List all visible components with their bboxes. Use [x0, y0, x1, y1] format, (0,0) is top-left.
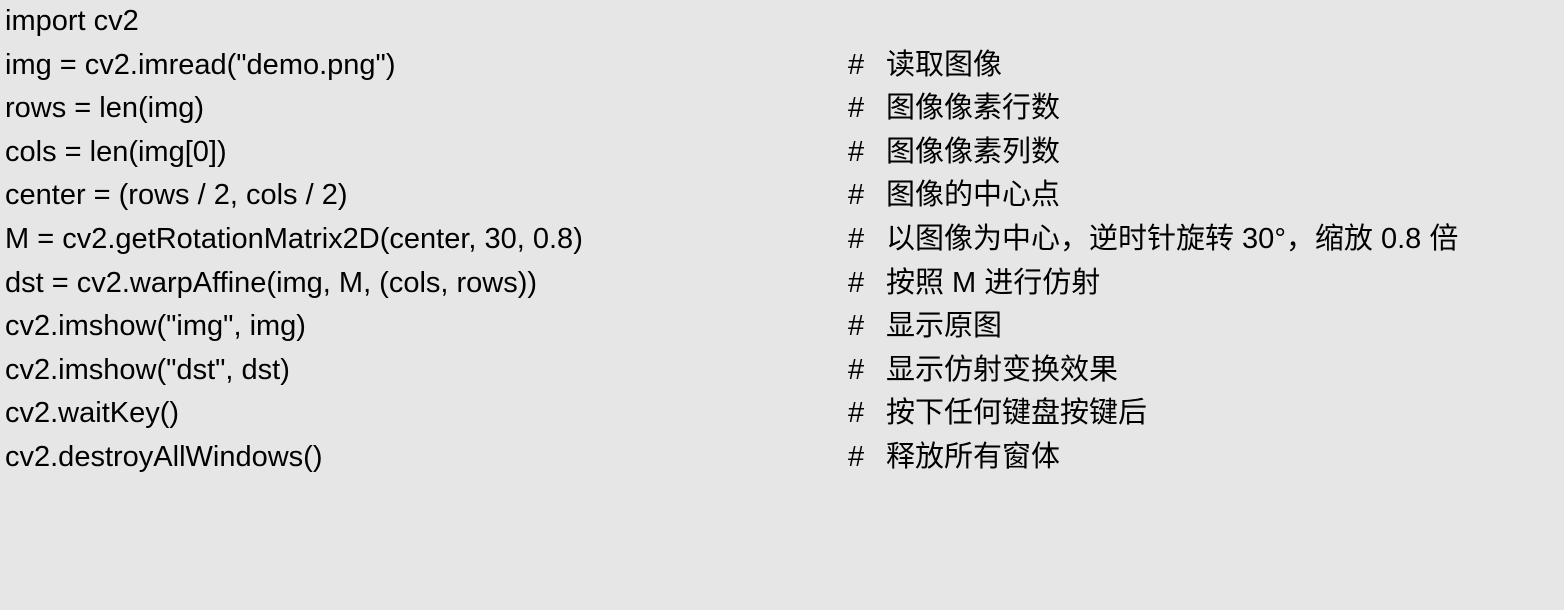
code-comment: # 图像像素列数: [848, 131, 1060, 175]
comment-text: 显示仿射变换效果: [886, 353, 1119, 386]
code-comment: # 以图像为中心，逆时针旋转 30°，缩放 0.8 倍: [848, 218, 1458, 262]
code-line: dst = cv2.warpAffine(img, M, (cols, rows…: [0, 262, 1564, 306]
comment-marker: #: [848, 440, 865, 473]
code-line: center = (rows / 2, cols / 2) # 图像的中心点: [0, 174, 1564, 218]
code-line: cv2.waitKey() # 按下任何键盘按键后: [0, 392, 1564, 436]
code-comment: # 按照 M 进行仿射: [848, 262, 1100, 306]
comment-marker: #: [848, 353, 865, 386]
code-text: cv2.destroyAllWindows(): [5, 440, 323, 473]
comment-marker: #: [848, 310, 865, 343]
code-comment: # 释放所有窗体: [848, 436, 1060, 480]
code-text: import cv2: [5, 5, 139, 37]
code-text: cv2.imshow("img", img): [5, 310, 306, 343]
comment-marker: #: [848, 92, 865, 125]
code-line: import cv2: [0, 0, 1564, 44]
code-block: import cv2 img = cv2.imread("demo.png") …: [0, 0, 1564, 476]
code-comment: # 显示仿射变换效果: [848, 349, 1118, 393]
comment-marker: #: [848, 135, 865, 168]
code-line: img = cv2.imread("demo.png") # 读取图像: [0, 44, 1564, 88]
comment-text: 图像像素列数: [886, 135, 1061, 168]
comment-text: 图像的中心点: [886, 179, 1061, 212]
code-text: center = (rows / 2, cols / 2): [5, 179, 348, 212]
code-text: cols = len(img[0]): [5, 135, 227, 168]
comment-text: 图像像素行数: [886, 92, 1061, 125]
comment-marker: #: [848, 179, 865, 212]
comment-text: 按照 M 进行仿射: [886, 266, 1101, 299]
code-comment: # 按下任何键盘按键后: [848, 392, 1147, 436]
code-comment: # 显示原图: [848, 305, 1002, 349]
code-text: cv2.imshow("dst", dst): [5, 353, 290, 386]
code-line: cv2.imshow("dst", dst) # 显示仿射变换效果: [0, 349, 1564, 393]
code-line: cv2.imshow("img", img) # 显示原图: [0, 305, 1564, 349]
comment-text: 显示原图: [886, 310, 1003, 343]
comment-text: 释放所有窗体: [886, 440, 1061, 473]
code-text: rows = len(img): [5, 92, 205, 125]
code-line: rows = len(img) # 图像像素行数: [0, 87, 1564, 131]
code-comment: # 读取图像: [848, 44, 1002, 88]
code-comment: # 图像的中心点: [848, 174, 1060, 218]
code-line: cols = len(img[0]) # 图像像素列数: [0, 131, 1564, 175]
code-text: cv2.waitKey(): [5, 397, 180, 430]
comment-text: 以图像为中心，逆时针旋转 30°，缩放 0.8 倍: [886, 222, 1459, 255]
code-text: dst = cv2.warpAffine(img, M, (cols, rows…: [5, 266, 538, 299]
code-comment: # 图像像素行数: [848, 87, 1060, 131]
comment-marker: #: [848, 397, 865, 430]
comment-text: 读取图像: [886, 48, 1003, 81]
comment-marker: #: [848, 48, 865, 81]
code-text: M = cv2.getRotationMatrix2D(center, 30, …: [5, 222, 583, 255]
code-line: cv2.destroyAllWindows() # 释放所有窗体: [0, 436, 1564, 480]
comment-marker: #: [848, 266, 865, 299]
comment-text: 按下任何键盘按键后: [886, 397, 1148, 430]
comment-marker: #: [848, 222, 865, 255]
code-line: M = cv2.getRotationMatrix2D(center, 30, …: [0, 218, 1564, 262]
code-text: img = cv2.imread("demo.png"): [5, 48, 396, 81]
